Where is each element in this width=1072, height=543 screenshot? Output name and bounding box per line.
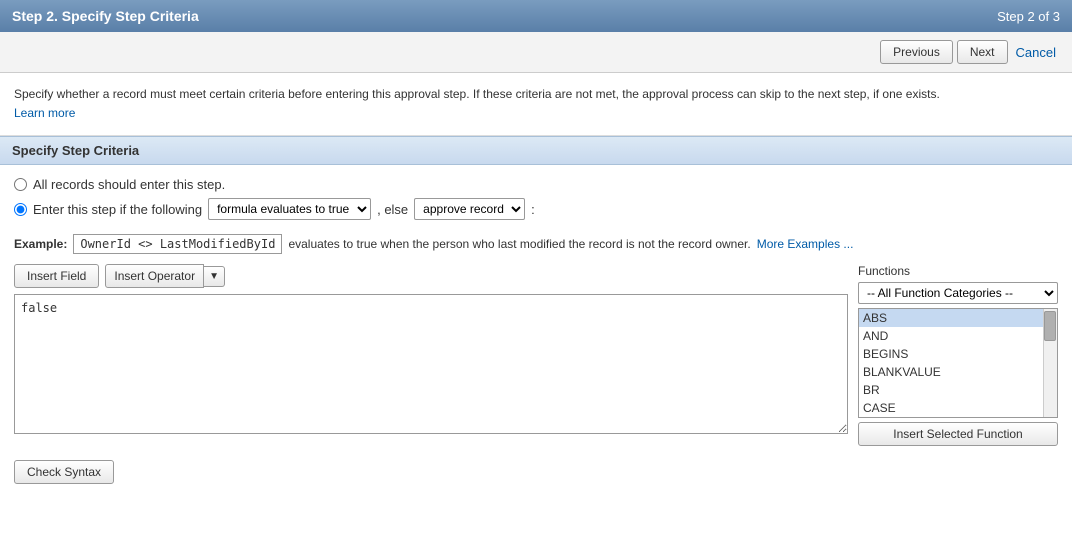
radio-row-1: All records should enter this step. <box>14 177 1058 192</box>
list-item[interactable]: AND <box>859 327 1057 345</box>
section-header: Specify Step Criteria <box>0 136 1072 165</box>
radio-group: All records should enter this step. Ente… <box>14 177 1058 220</box>
check-syntax-button[interactable]: Check Syntax <box>14 460 114 484</box>
formula-right: Functions -- All Function Categories -- … <box>858 264 1058 446</box>
learn-more-link[interactable]: Learn more <box>14 106 75 120</box>
example-code: OwnerId <> LastModifiedById <box>73 234 282 254</box>
step-info: Step 2 of 3 <box>997 9 1060 24</box>
cancel-link[interactable]: Cancel <box>1012 41 1060 64</box>
list-item[interactable]: BLANKVALUE <box>859 363 1057 381</box>
function-categories-select[interactable]: -- All Function Categories -- <box>858 282 1058 304</box>
previous-button[interactable]: Previous <box>880 40 953 64</box>
functions-listbox-container: ABS AND BEGINS BLANKVALUE BR CASE <box>858 308 1058 418</box>
header-bar: Step 2. Specify Step Criteria Step 2 of … <box>0 0 1072 32</box>
radio-row-2: Enter this step if the following formula… <box>14 198 1058 220</box>
radio-all-records[interactable] <box>14 178 27 191</box>
formula-area: Insert Field Insert Operator ▼ false Fun… <box>14 264 1058 446</box>
list-item[interactable]: BEGINS <box>859 345 1057 363</box>
formula-textarea[interactable]: false <box>14 294 848 434</box>
main-content: All records should enter this step. Ente… <box>0 165 1072 496</box>
functions-label: Functions <box>858 264 1058 278</box>
insert-operator-main-button[interactable]: Insert Operator <box>105 264 204 288</box>
formula-left: Insert Field Insert Operator ▼ false <box>14 264 848 434</box>
description-text: Specify whether a record must meet certa… <box>14 87 940 101</box>
example-label: Example: <box>14 237 67 251</box>
radio-all-records-label: All records should enter this step. <box>33 177 225 192</box>
insert-field-button[interactable]: Insert Field <box>14 264 99 288</box>
insert-buttons: Insert Field Insert Operator ▼ <box>14 264 848 288</box>
next-button[interactable]: Next <box>957 40 1008 64</box>
check-syntax-row: Check Syntax <box>14 460 1058 484</box>
list-item[interactable]: CASE <box>859 399 1057 417</box>
section-title: Specify Step Criteria <box>12 143 139 158</box>
radio-enter-if-label: Enter this step if the following <box>33 202 202 217</box>
else-action-select[interactable]: approve record <box>414 198 525 220</box>
scrollbar-thumb[interactable] <box>1044 311 1056 341</box>
formula-evaluates-select[interactable]: formula evaluates to true <box>208 198 371 220</box>
insert-operator-btn: Insert Operator ▼ <box>105 264 225 288</box>
colon-label: : <box>531 202 535 217</box>
list-item[interactable]: BR <box>859 381 1057 399</box>
description-section: Specify whether a record must meet certa… <box>0 73 1072 136</box>
insert-operator-arrow-button[interactable]: ▼ <box>204 266 225 287</box>
insert-selected-function-button[interactable]: Insert Selected Function <box>858 422 1058 446</box>
functions-list: ABS AND BEGINS BLANKVALUE BR CASE <box>859 309 1057 417</box>
page-title: Step 2. Specify Step Criteria <box>12 8 199 24</box>
example-description: evaluates to true when the person who la… <box>288 237 750 251</box>
list-item[interactable]: ABS <box>859 309 1057 327</box>
scrollbar-track[interactable] <box>1043 309 1057 417</box>
more-examples-link[interactable]: More Examples ... <box>757 237 854 251</box>
top-actions: Previous Next Cancel <box>0 32 1072 73</box>
else-label: , else <box>377 202 408 217</box>
radio-enter-if[interactable] <box>14 203 27 216</box>
example-row: Example: OwnerId <> LastModifiedById eva… <box>14 234 1058 254</box>
